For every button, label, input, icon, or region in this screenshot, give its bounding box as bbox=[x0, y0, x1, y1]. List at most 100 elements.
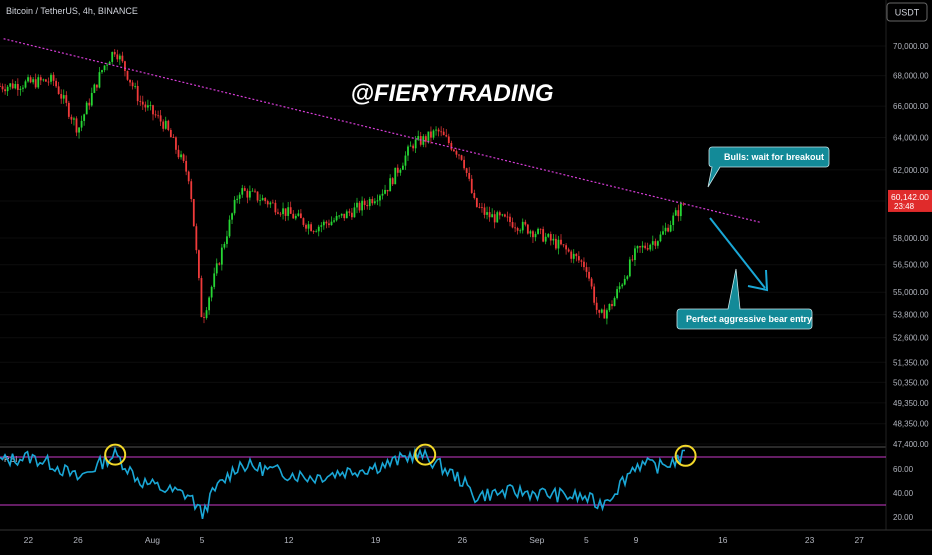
candle-body bbox=[394, 167, 397, 185]
candle-body bbox=[254, 190, 256, 192]
candle-body bbox=[623, 278, 626, 285]
candle-body bbox=[60, 93, 63, 99]
candle-body bbox=[220, 247, 223, 265]
candle-body bbox=[159, 115, 162, 122]
candle-body bbox=[271, 202, 274, 204]
candle-body bbox=[302, 218, 305, 225]
candle-body bbox=[190, 181, 193, 200]
time-tick-label: 5 bbox=[584, 535, 589, 545]
current-price-tag: 60,142.00 23:48 bbox=[888, 189, 932, 212]
candle-body bbox=[373, 201, 376, 204]
candle-body bbox=[600, 309, 603, 313]
candle-body bbox=[338, 215, 341, 217]
candle-body bbox=[317, 226, 320, 232]
candle-body bbox=[679, 203, 682, 217]
candle-body bbox=[266, 201, 269, 205]
price-tick-label: 53,800.00 bbox=[893, 311, 929, 320]
candle-body bbox=[62, 95, 65, 99]
candle-body bbox=[98, 72, 101, 88]
candle-body bbox=[567, 249, 570, 252]
candle-body bbox=[144, 104, 147, 108]
candle-body bbox=[562, 244, 565, 246]
candle-body bbox=[386, 189, 389, 192]
candle-body bbox=[427, 131, 430, 142]
candle-body bbox=[55, 80, 57, 87]
candle-body bbox=[29, 77, 32, 83]
candle-body bbox=[549, 234, 552, 241]
candle-body bbox=[646, 248, 649, 250]
candle-body bbox=[363, 200, 366, 206]
candle-body bbox=[506, 216, 509, 218]
candle-body bbox=[361, 200, 363, 211]
candle-body bbox=[590, 278, 593, 287]
rsi-axis: 60.00 40.00 20.00 bbox=[893, 465, 914, 522]
candle-body bbox=[47, 81, 50, 83]
candle-body bbox=[213, 273, 216, 287]
candle-body bbox=[598, 309, 601, 313]
time-tick-label: 12 bbox=[284, 535, 294, 545]
candle-body bbox=[210, 286, 213, 298]
candle-body bbox=[636, 246, 639, 249]
candle-body bbox=[208, 297, 210, 311]
candle-body bbox=[315, 231, 318, 233]
candle-body bbox=[185, 160, 188, 172]
candle-body bbox=[343, 213, 346, 219]
candle-body bbox=[73, 118, 75, 120]
symbol-title: Bitcoin / TetherUS, 4h, BINANCE bbox=[6, 6, 138, 16]
candle-body bbox=[0, 86, 1, 87]
candle-body bbox=[511, 222, 514, 228]
candle-body bbox=[246, 190, 249, 198]
candle-body bbox=[496, 212, 499, 223]
time-tick-label: 26 bbox=[458, 535, 468, 545]
candle-body bbox=[259, 200, 261, 202]
candle-body bbox=[9, 83, 12, 87]
candle-body bbox=[371, 199, 374, 204]
price-tick-label: 56,500.00 bbox=[893, 261, 929, 270]
candle-body bbox=[52, 74, 55, 81]
candle-body bbox=[228, 219, 231, 237]
candle-body bbox=[118, 55, 121, 60]
candle-body bbox=[149, 105, 152, 107]
candle-body bbox=[356, 202, 358, 208]
candle-body bbox=[139, 101, 142, 102]
candle-body bbox=[282, 208, 284, 215]
candle-body bbox=[560, 239, 562, 245]
price-tick-label: 66,000.00 bbox=[893, 102, 929, 111]
time-tick-label: 9 bbox=[634, 535, 639, 545]
candle-body bbox=[333, 220, 335, 222]
candle-body bbox=[154, 114, 157, 116]
candle-body bbox=[11, 83, 14, 89]
candle-body bbox=[376, 200, 379, 202]
candle-body bbox=[279, 213, 282, 215]
candle-body bbox=[103, 65, 106, 71]
candle-body bbox=[340, 213, 343, 216]
candle-body bbox=[345, 211, 348, 219]
candle-body bbox=[669, 225, 672, 232]
price-tick-label: 70,000.00 bbox=[893, 42, 929, 51]
candle-body bbox=[353, 207, 356, 218]
candle-body bbox=[575, 253, 578, 257]
candle-body bbox=[577, 256, 580, 261]
candle-body bbox=[305, 224, 307, 229]
price-tick-label: 62,000.00 bbox=[893, 166, 929, 175]
candle-body bbox=[481, 207, 483, 208]
candle-body bbox=[657, 241, 659, 246]
candle-body bbox=[626, 276, 629, 279]
candle-body bbox=[396, 167, 399, 173]
candle-body bbox=[588, 271, 590, 279]
currency-badge[interactable]: USDT bbox=[886, 2, 928, 22]
candle-body bbox=[180, 154, 182, 158]
candle-body bbox=[583, 261, 585, 268]
candle-body bbox=[131, 82, 134, 87]
candle-body bbox=[475, 198, 478, 207]
candle-body bbox=[470, 178, 473, 193]
candle-body bbox=[606, 310, 608, 319]
candle-body bbox=[328, 223, 330, 226]
candle-body bbox=[80, 120, 83, 128]
candle-body bbox=[493, 214, 496, 223]
chart-svg: Bitcoin / TetherUS, 4h, BINANCE USDT @FI… bbox=[0, 0, 932, 550]
candle-body bbox=[261, 198, 264, 201]
candle-body bbox=[442, 131, 445, 136]
time-tick-label: 16 bbox=[718, 535, 728, 545]
candle-body bbox=[358, 202, 361, 211]
